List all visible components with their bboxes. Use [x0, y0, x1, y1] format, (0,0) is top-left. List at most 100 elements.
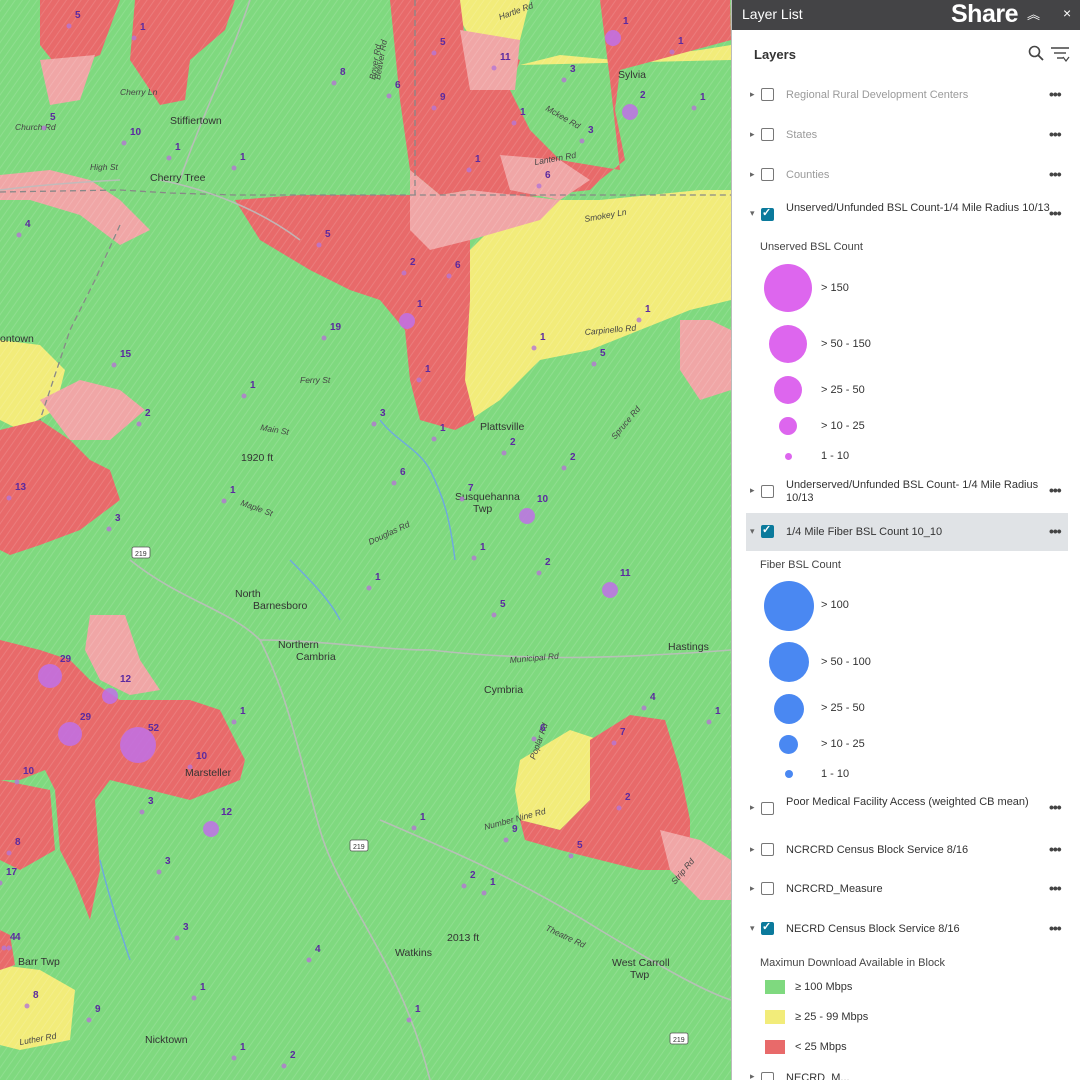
search-icon[interactable]: [1028, 45, 1044, 61]
bsl-count-dot[interactable]: [16, 232, 22, 238]
bsl-count-dot[interactable]: [231, 1055, 237, 1061]
bsl-count-dot[interactable]: [386, 93, 392, 99]
layer-checkbox[interactable]: [761, 802, 774, 815]
bsl-count-dot[interactable]: [706, 719, 712, 725]
layer-row-states[interactable]: ▸ States •••: [746, 126, 1068, 146]
layer-row-medical[interactable]: ▸ Poor Medical Facility Access (weighted…: [746, 794, 1068, 824]
layer-row-ncrcrd-census[interactable]: ▸ NCRCRD Census Block Service 8/16 •••: [746, 841, 1068, 861]
map-view[interactable]: 219 219 219 Stiffiertown Cherry Tree Platt…: [0, 0, 731, 1080]
layer-row-necrd-census[interactable]: ▾ NECRD Census Block Service 8/16 •••: [746, 920, 1068, 940]
bsl-count-dot[interactable]: [431, 50, 437, 56]
layer-row-fiber[interactable]: ▾ 1/4 Mile Fiber BSL Count 10_10 •••: [746, 513, 1068, 551]
bsl-count-marker[interactable]: [203, 821, 219, 837]
caret-down-icon[interactable]: ▾: [750, 208, 755, 219]
chevron-up-icon[interactable]: ︽: [1027, 4, 1040, 23]
bsl-count-dot[interactable]: [406, 1017, 412, 1023]
bsl-count-dot[interactable]: [481, 890, 487, 896]
bsl-count-dot[interactable]: [591, 361, 597, 367]
bsl-count-marker[interactable]: [399, 313, 415, 329]
layer-checkbox[interactable]: [761, 882, 774, 895]
bsl-count-dot[interactable]: [6, 495, 12, 501]
bsl-count-dot[interactable]: [131, 35, 137, 41]
bsl-count-dot[interactable]: [14, 779, 20, 785]
bsl-count-dot[interactable]: [191, 995, 197, 1001]
caret-right-icon[interactable]: ▸: [750, 129, 755, 140]
bsl-count-dot[interactable]: [391, 480, 397, 486]
bsl-count-dot[interactable]: [531, 345, 537, 351]
caret-down-icon[interactable]: ▾: [750, 526, 755, 537]
bsl-count-dot[interactable]: [641, 705, 647, 711]
share-label[interactable]: Share: [951, 0, 1018, 29]
caret-right-icon[interactable]: ▸: [750, 802, 755, 813]
bsl-count-dot[interactable]: [321, 335, 327, 341]
bsl-count-dot[interactable]: [316, 242, 322, 248]
more-options-icon[interactable]: •••: [1049, 841, 1062, 857]
bsl-count-dot[interactable]: [111, 362, 117, 368]
bsl-count-dot[interactable]: [503, 837, 509, 843]
bsl-count-dot[interactable]: [86, 1017, 92, 1023]
bsl-count-dot[interactable]: [66, 23, 72, 29]
bsl-count-dot[interactable]: [106, 526, 112, 532]
layer-checkbox[interactable]: [761, 88, 774, 101]
more-options-icon[interactable]: •••: [1049, 880, 1062, 896]
bsl-count-dot[interactable]: [611, 740, 617, 746]
layer-checkbox[interactable]: [761, 128, 774, 141]
bsl-count-dot[interactable]: [466, 167, 472, 173]
layer-row-necrd-measure[interactable]: ▸ NECRD_M...: [746, 1070, 1068, 1080]
bsl-count-dot[interactable]: [461, 883, 467, 889]
layer-checkbox[interactable]: [761, 485, 774, 498]
bsl-count-dot[interactable]: [491, 612, 497, 618]
bsl-count-dot[interactable]: [331, 80, 337, 86]
bsl-count-dot[interactable]: [241, 393, 247, 399]
more-options-icon[interactable]: •••: [1049, 523, 1062, 539]
bsl-count-marker[interactable]: [102, 688, 118, 704]
bsl-count-dot[interactable]: [187, 764, 193, 770]
layer-checkbox[interactable]: [761, 1072, 774, 1080]
bsl-count-marker[interactable]: [58, 722, 82, 746]
more-options-icon[interactable]: •••: [1049, 482, 1062, 498]
bsl-count-dot[interactable]: [669, 49, 675, 55]
bsl-count-dot[interactable]: [636, 317, 642, 323]
layer-row-unserved[interactable]: ▾ Unserved/Unfunded BSL Count-1/4 Mile R…: [746, 201, 1068, 231]
bsl-count-dot[interactable]: [568, 853, 574, 859]
bsl-count-dot[interactable]: [166, 155, 172, 161]
layer-checkbox[interactable]: [761, 523, 774, 538]
bsl-count-dot[interactable]: [616, 805, 622, 811]
caret-down-icon[interactable]: ▾: [750, 923, 755, 934]
more-options-icon[interactable]: •••: [1049, 126, 1062, 142]
more-options-icon[interactable]: •••: [1049, 166, 1062, 182]
layer-checkbox[interactable]: [761, 920, 774, 935]
bsl-count-dot[interactable]: [536, 183, 542, 189]
caret-right-icon[interactable]: ▸: [750, 169, 755, 180]
close-icon[interactable]: ×: [1063, 5, 1071, 21]
bsl-count-dot[interactable]: [411, 825, 417, 831]
bsl-count-dot[interactable]: [366, 585, 372, 591]
bsl-count-dot[interactable]: [6, 850, 12, 856]
bsl-count-dot[interactable]: [531, 736, 537, 742]
layer-checkbox[interactable]: [761, 843, 774, 856]
more-options-icon[interactable]: •••: [1049, 920, 1062, 936]
bsl-count-dot[interactable]: [41, 125, 47, 131]
bsl-count-dot[interactable]: [471, 555, 477, 561]
more-options-icon[interactable]: •••: [1049, 86, 1062, 102]
bsl-count-dot[interactable]: [691, 105, 697, 111]
filter-icon[interactable]: [1050, 45, 1070, 63]
bsl-count-dot[interactable]: [306, 957, 312, 963]
bsl-count-dot[interactable]: [121, 140, 127, 146]
layer-checkbox[interactable]: [761, 168, 774, 181]
bsl-count-dot[interactable]: [459, 496, 465, 502]
bsl-count-dot[interactable]: [579, 138, 585, 144]
caret-right-icon[interactable]: ▸: [750, 1071, 755, 1080]
bsl-count-dot[interactable]: [221, 498, 227, 504]
bsl-count-dot[interactable]: [431, 105, 437, 111]
layer-row-regional-rural[interactable]: ▸ Regional Rural Development Centers •••: [746, 86, 1068, 106]
bsl-count-marker[interactable]: [602, 582, 618, 598]
bsl-count-marker[interactable]: [622, 104, 638, 120]
bsl-count-dot[interactable]: [24, 1003, 30, 1009]
bsl-count-marker[interactable]: [605, 30, 621, 46]
bsl-count-dot[interactable]: [231, 719, 237, 725]
bsl-count-dot[interactable]: [401, 270, 407, 276]
caret-right-icon[interactable]: ▸: [750, 89, 755, 100]
bsl-count-dot[interactable]: [511, 120, 517, 126]
bsl-count-dot[interactable]: [446, 273, 452, 279]
